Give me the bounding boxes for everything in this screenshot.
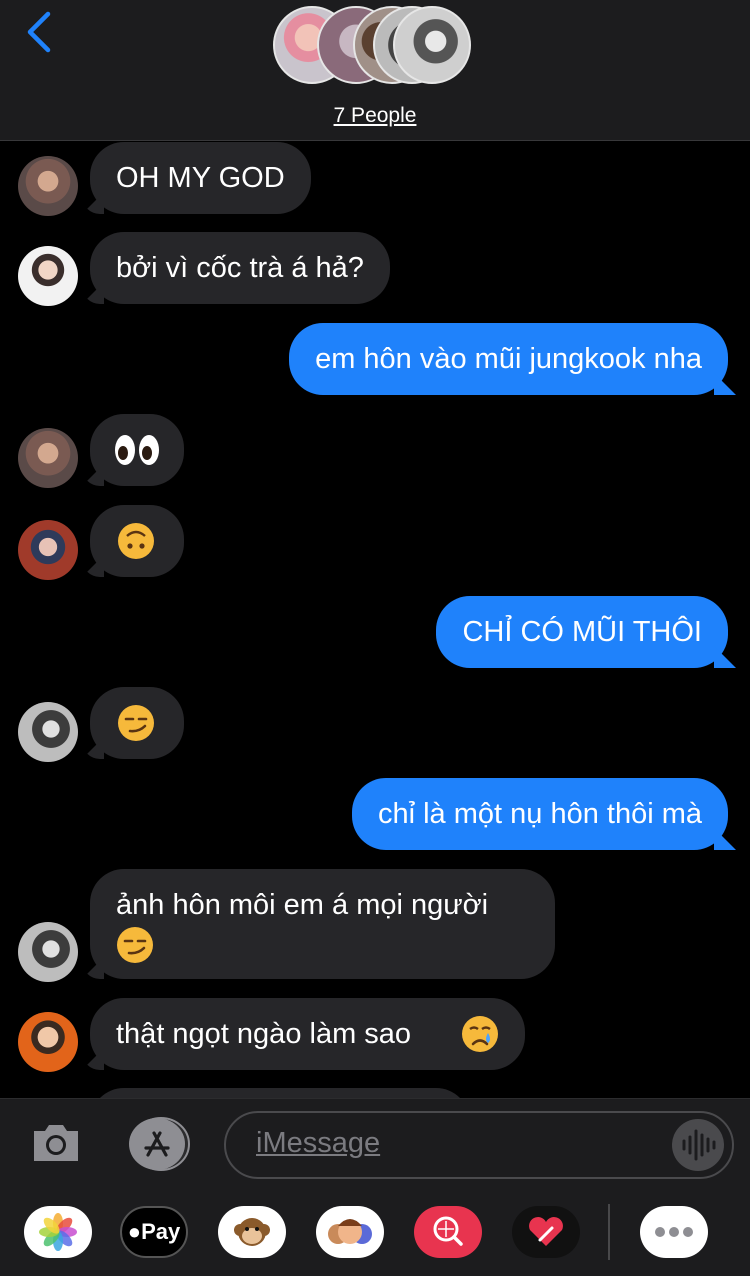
apple-logo-icon: ● [127,1219,142,1244]
sender-avatar[interactable] [18,1012,78,1072]
camera-button[interactable] [30,1119,82,1165]
apps-divider [608,1204,610,1260]
group-avatar [393,6,471,84]
audio-waveform-icon [682,1129,716,1161]
more-icon [655,1227,693,1237]
chevron-left-icon [27,11,51,53]
sender-avatar[interactable] [18,156,78,216]
message-text: em hôn vào mũi jungkook nha [315,343,702,375]
message-bubble-outgoing[interactable]: chỉ là một nụ hôn thôi mà [351,778,736,850]
message-text: bởi vì cốc trà á hả? [116,252,364,284]
message-text: thật ngọt ngào làm sao [116,1018,412,1050]
message-bubble-incoming[interactable]: ảnh hôn môi em á mọi người [82,869,555,979]
message-bubble-incoming[interactable]: bởi vì cốc trà á hả? [82,232,390,304]
sender-avatar[interactable] [18,702,78,762]
group-title[interactable]: 7 People [0,104,750,128]
message-input[interactable]: iMessage [224,1111,734,1179]
sender-avatar[interactable] [18,246,78,306]
message-bubble-incoming[interactable]: thật ngọt ngào làm sao [82,998,525,1070]
smirking-face-emoji [117,704,155,752]
input-bar: iMessage [0,1098,750,1189]
message-bubble-outgoing[interactable]: em hôn vào mũi jungkook nha [289,323,736,395]
conversation-header: 7 People [0,0,750,141]
image-search-button[interactable] [414,1206,482,1258]
message-bubble-incoming[interactable] [82,505,184,577]
imessage-apps-bar: ●Pay [0,1188,750,1276]
apple-pay-button[interactable]: ●Pay [120,1206,188,1258]
message-bubble-outgoing[interactable]: CHỈ CÓ MŨI THÔI [436,596,736,668]
more-apps-button[interactable] [640,1206,708,1258]
message-text: CHỈ CÓ MŨI THÔI [462,616,702,648]
upside-down-face-emoji [117,522,155,570]
message-text: chỉ là một nụ hôn thôi mà [377,798,702,830]
message-bubble-incoming[interactable] [82,414,184,486]
smirking-face-emoji [116,926,154,974]
monkey-animoji-icon [234,1218,270,1246]
digital-touch-icon [529,1217,563,1246]
photos-app-button[interactable] [24,1206,92,1258]
message-bubble-incoming[interactable]: OH MY GOD [82,142,311,214]
sender-avatar[interactable] [18,520,78,580]
image-search-icon [433,1216,463,1246]
apple-pay-label: Pay [141,1219,181,1244]
message-text: OH MY GOD [116,162,285,194]
crying-face-emoji [461,1015,499,1063]
app-store-button[interactable] [126,1117,190,1171]
sender-avatar[interactable] [18,428,78,488]
message-bubble-incoming[interactable] [82,687,184,759]
message-text: ảnh hôn môi em á mọi người [116,889,489,921]
app-store-icon [129,1117,190,1171]
back-button[interactable] [22,10,62,54]
group-avatar-stack[interactable] [273,6,483,90]
photos-icon [39,1213,77,1251]
camera-icon [34,1125,78,1161]
animoji-button[interactable] [218,1206,286,1258]
audio-message-button[interactable] [672,1119,724,1171]
message-input-placeholder: iMessage [256,1127,381,1159]
digital-touch-button[interactable] [512,1206,580,1258]
memoji-icon [328,1219,372,1244]
eyes-emoji [114,432,160,478]
sender-avatar[interactable] [18,922,78,982]
memoji-button[interactable] [316,1206,384,1258]
